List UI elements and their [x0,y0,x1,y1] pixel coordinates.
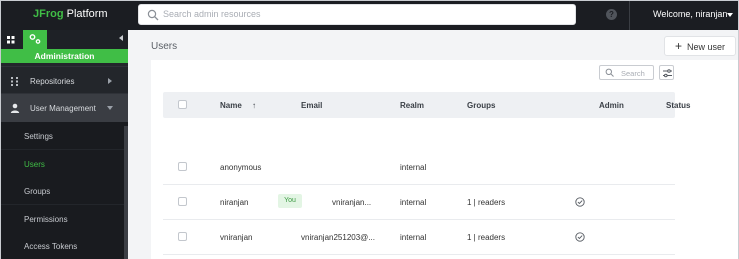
column-header-name[interactable]: Name ↑ [220,101,256,110]
brand-prefix: JFrog [33,8,64,20]
admin-check-icon [575,197,585,207]
sidebar-item-users[interactable]: Users [1,150,128,177]
plus-icon: + [675,39,683,53]
sidebar: Administration Repositories User Managem… [1,30,128,259]
table-row[interactable]: vniranjan vniranjan251203@... internal 1… [163,220,675,255]
column-header-label: Name [220,101,242,110]
sidebar-item-settings[interactable]: Settings [1,122,128,149]
sidebar-item-label: User Management [30,104,96,113]
cell-email: vniranjan... [332,198,372,207]
sort-ascending-icon[interactable]: ↑ [252,101,256,110]
sidebar-item-label: Users [24,160,45,169]
column-header-admin[interactable]: Admin [599,101,624,110]
filter-settings-button[interactable] [659,65,674,80]
brand-suffix: Platform [66,8,108,20]
sidebar-item-permissions[interactable]: Permissions [1,205,128,232]
table-search-input[interactable]: Search [599,65,654,80]
user-icon [10,103,20,113]
cell-name: anonymous [220,163,262,172]
mode-switcher [1,30,128,49]
help-icon[interactable]: ? [606,9,617,20]
sidebar-item-label: Settings [24,132,53,141]
administration-mode-button[interactable] [23,30,47,49]
cell-realm: internal [400,198,427,207]
page-title: Users [151,41,178,52]
user-menu[interactable]: Welcome, niranjan [653,9,727,19]
topbar-divider [629,1,630,30]
sidebar-item-groups[interactable]: Groups [1,177,128,204]
chevron-down-icon[interactable] [727,13,733,17]
gear-icon [29,34,41,44]
select-all-checkbox[interactable] [178,100,187,109]
administration-title: Administration [1,49,128,63]
cell-email: vniranjan251203@... [301,233,375,242]
search-icon [147,9,159,21]
cell-groups: 1 | readers [467,198,506,207]
cell-realm: internal [400,233,427,242]
cell-realm: internal [400,163,427,172]
row-checkbox[interactable] [178,197,187,206]
top-bar: JFrog Platform Search admin resources ? … [1,1,738,30]
table-header: Name ↑ Email Realm Groups Admin Status [163,92,690,118]
sidebar-item-label: Access Tokens [24,242,78,251]
you-badge: You [278,194,302,208]
sidebar-item-user-management[interactable]: User Management [1,94,128,122]
sidebar-item-repositories[interactable]: Repositories [1,66,128,94]
jfrog-logo[interactable]: JFrog Platform [33,8,108,20]
column-header-status[interactable]: Status [666,101,690,110]
sidebar-item-label: Permissions [24,215,68,224]
column-header-groups[interactable]: Groups [467,101,495,110]
table-row[interactable]: niranjan You vniranjan... internal 1 | r… [163,185,675,220]
cell-name: vniranjan [220,233,253,242]
cell-name: niranjan [220,198,249,207]
new-user-label: New user [687,42,726,52]
admin-search-input[interactable]: Search admin resources [138,4,576,25]
application-grid-icon[interactable] [3,32,19,47]
table-search-placeholder: Search [621,69,645,78]
row-checkbox[interactable] [178,162,187,171]
column-header-realm[interactable]: Realm [400,101,424,110]
filter-sliders-icon [663,69,672,78]
sidebar-item-label: Repositories [30,77,75,86]
new-user-button[interactable]: + New user [664,36,736,56]
sidebar-item-label: Groups [24,187,51,196]
chevron-right-icon [108,78,112,84]
cell-groups: 1 | readers [467,233,506,242]
repositories-icon [11,77,18,86]
chevron-down-icon [107,106,113,110]
collapse-sidebar-icon[interactable] [119,35,123,41]
main-content: Users + New user Search Name ↑ Email Rea… [128,30,738,259]
row-checkbox[interactable] [178,232,187,241]
search-icon [605,68,614,77]
admin-check-icon [575,232,585,242]
column-header-email[interactable]: Email [301,101,322,110]
search-placeholder: Search admin resources [163,9,261,19]
sidebar-item-access-tokens[interactable]: Access Tokens [1,232,128,259]
table-row[interactable]: anonymous internal [163,150,675,185]
